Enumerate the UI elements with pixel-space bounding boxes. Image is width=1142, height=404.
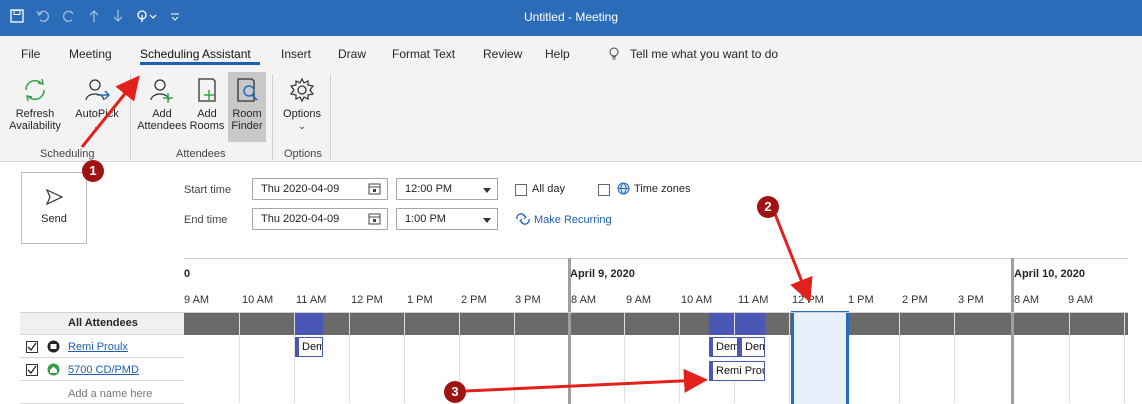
annotation-badge: 3 <box>444 381 466 403</box>
annotation-badge: 2 <box>757 196 779 218</box>
annotation-arrow-2 <box>773 213 813 303</box>
annotation-arrow-1 <box>80 75 140 148</box>
annotation-arrows <box>80 75 813 393</box>
annotation-arrow-3 <box>465 368 708 393</box>
annotation-badge: 1 <box>82 160 104 182</box>
